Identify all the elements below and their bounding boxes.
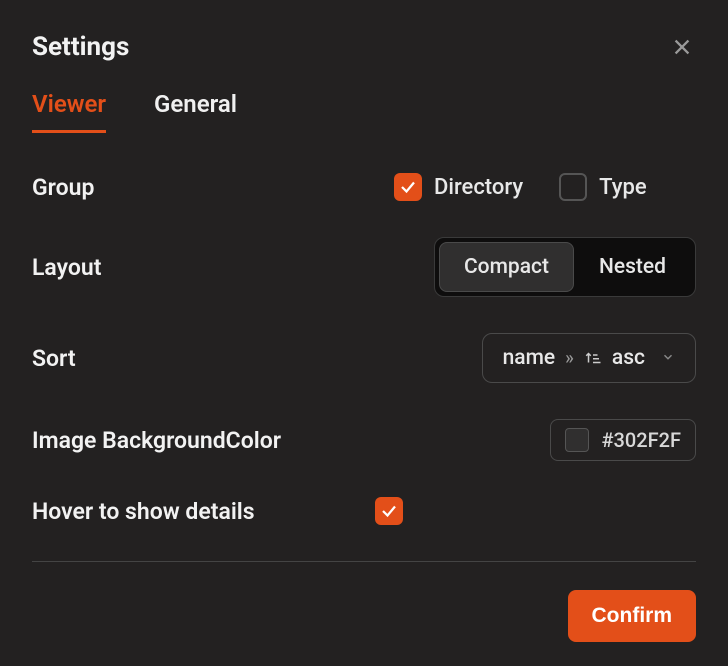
sort-select[interactable]: name » asc bbox=[482, 333, 696, 383]
sort-label: Sort bbox=[32, 345, 76, 372]
sort-field: name bbox=[503, 346, 556, 370]
group-directory-label: Directory bbox=[434, 175, 523, 200]
group-label: Group bbox=[32, 174, 94, 201]
bgcolor-input[interactable]: #302F2F bbox=[550, 419, 696, 461]
hover-label: Hover to show details bbox=[32, 498, 255, 525]
hover-checkbox[interactable] bbox=[375, 497, 403, 525]
confirm-button[interactable]: Confirm bbox=[568, 590, 697, 642]
tab-viewer[interactable]: Viewer bbox=[32, 90, 106, 133]
bgcolor-value: #302F2F bbox=[601, 428, 681, 452]
group-directory-checkbox[interactable] bbox=[394, 173, 422, 201]
sort-direction: asc bbox=[612, 346, 645, 370]
color-swatch bbox=[565, 428, 589, 452]
divider bbox=[32, 561, 696, 562]
check-icon bbox=[380, 502, 398, 520]
tab-general[interactable]: General bbox=[154, 90, 237, 133]
bgcolor-label: Image BackgroundColor bbox=[32, 427, 281, 454]
chevron-down-icon bbox=[661, 346, 675, 370]
close-icon bbox=[671, 36, 693, 58]
layout-option-compact[interactable]: Compact bbox=[439, 242, 574, 292]
settings-title: Settings bbox=[32, 32, 129, 62]
group-type-checkbox[interactable] bbox=[559, 173, 587, 201]
sort-direction-icon bbox=[584, 349, 602, 367]
close-button[interactable] bbox=[668, 33, 696, 61]
layout-option-nested[interactable]: Nested bbox=[574, 242, 691, 292]
sort-separator-icon: » bbox=[565, 348, 574, 369]
tabs: Viewer General bbox=[32, 90, 696, 133]
layout-segmented: Compact Nested bbox=[434, 237, 696, 297]
group-type-label: Type bbox=[599, 175, 647, 200]
check-icon bbox=[399, 178, 417, 196]
layout-label: Layout bbox=[32, 254, 101, 281]
